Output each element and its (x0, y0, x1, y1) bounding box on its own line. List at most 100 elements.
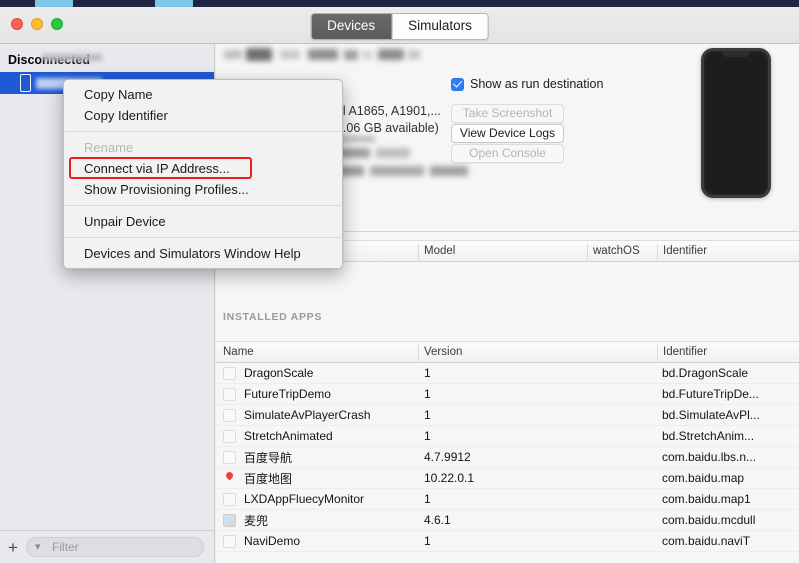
device-title-redacted-7 (378, 49, 404, 60)
device-notch (722, 51, 750, 57)
table-row[interactable]: FutureTripDemo 1 bd.FutureTripDe... (216, 384, 799, 405)
device-title-redacted-5 (344, 50, 358, 60)
app-identifier-cell: bd.DragonScale (662, 366, 749, 380)
add-device-button[interactable]: + (0, 539, 26, 556)
map-pin-icon (223, 472, 236, 485)
tab-devices[interactable]: Devices (311, 14, 392, 39)
device-screen (706, 53, 766, 193)
generic-app-icon (223, 534, 236, 548)
filter-icon: ▾ (35, 541, 41, 553)
app-version-cell: 1 (424, 534, 431, 548)
apps-col-divider-1[interactable] (418, 345, 419, 361)
devices-and-simulators-window: Devices Simulators Disconnected ▾ + ▾ Fi… (0, 7, 799, 563)
apps-col-identifier[interactable]: Identifier (663, 346, 707, 358)
menu-item-show-provisioning-profiles[interactable]: Show Provisioning Profiles... (64, 179, 342, 200)
app-identifier-cell: com.baidu.mcdull (662, 513, 756, 527)
view-device-logs-button[interactable]: View Device Logs (451, 124, 564, 143)
app-version-cell: 1 (424, 492, 431, 506)
app-identifier-cell: bd.SimulateAvPl... (662, 408, 760, 422)
filter-field[interactable]: ▾ Filter (26, 537, 204, 557)
devices-simulators-segmented-control[interactable]: Devices Simulators (310, 13, 489, 40)
show-as-run-destination-label: Show as run destination (470, 77, 604, 91)
app-name-cell: 百度导航 (244, 450, 293, 465)
installed-apps-label: INSTALLED APPS (223, 311, 323, 323)
app-name-cell: 麦兜 (244, 513, 269, 528)
app-name-cell: SimulateAvPlayerCrash (244, 408, 371, 422)
menu-item-rename: Rename (84, 140, 134, 155)
table-row[interactable]: 百度地图 10.22.0.1 com.baidu.map (216, 468, 799, 489)
device-context-menu[interactable]: Copy Name Copy Identifier Rename Connect vi… (63, 79, 343, 269)
generic-app-icon (223, 366, 236, 380)
app-name-cell: DragonScale (244, 366, 314, 380)
sidebar-footer: + ▾ Filter (0, 530, 214, 563)
window-titlebar: Devices Simulators (0, 7, 799, 44)
open-console-button[interactable]: Open Console (451, 144, 564, 163)
generic-app-icon (223, 450, 236, 464)
generic-app-icon (223, 387, 236, 401)
menu-item-connect-via-ip-address[interactable]: Connect via IP Address... (64, 158, 342, 179)
checkbox-checked-icon (451, 77, 464, 91)
col-identifier[interactable]: Identifier (663, 245, 707, 257)
table-row[interactable]: DragonScale 1 bd.DragonScale (216, 363, 799, 384)
iphone-icon (20, 74, 31, 92)
col-divider-1[interactable] (418, 244, 419, 260)
app-version-cell: 1 (424, 366, 431, 380)
tab-simulators[interactable]: Simulators (391, 14, 488, 39)
device-info-redacted-3 (376, 148, 410, 158)
show-as-run-destination-checkbox[interactable]: Show as run destination (451, 77, 603, 91)
col-model[interactable]: Model (424, 245, 455, 257)
generic-app-icon (223, 408, 236, 422)
device-info-redacted-6 (430, 166, 468, 176)
app-identifier-cell: com.baidu.lbs.n... (662, 450, 757, 464)
installed-apps-table-header: Name Version Identifier (216, 341, 799, 363)
table-row[interactable]: 麦兜 4.6.1 com.baidu.mcdull (216, 510, 799, 531)
menu-item-copy-identifier[interactable]: Copy Identifier (64, 105, 342, 126)
app-name-cell: StretchAnimated (244, 429, 333, 443)
generic-app-icon (223, 429, 236, 443)
app-identifier-cell: bd.StretchAnim... (662, 429, 755, 443)
apps-col-version[interactable]: Version (424, 346, 462, 358)
sidebar-redacted-subtitle (42, 54, 102, 61)
table-row[interactable]: 百度导航 4.7.9912 com.baidu.lbs.n... (216, 447, 799, 468)
device-title-redacted-3 (280, 50, 300, 59)
menu-separator (65, 237, 341, 238)
table-row[interactable]: LXDAppFluecyMonitor 1 com.baidu.map1 (216, 489, 799, 510)
table-row[interactable]: SimulateAvPlayerCrash 1 bd.SimulateAvPl... (216, 405, 799, 426)
menu-separator (65, 131, 341, 132)
app-version-cell: 10.22.0.1 (424, 471, 475, 485)
device-title-redacted-4 (308, 49, 338, 60)
generic-app-icon (223, 492, 236, 506)
app-identifier-cell: com.baidu.map (662, 471, 745, 485)
photo-app-icon (223, 513, 236, 527)
device-title-redacted-6 (362, 51, 372, 59)
col-watchos[interactable]: watchOS (593, 245, 640, 257)
menu-item-devices-and-simulators-window-help[interactable]: Devices and Simulators Window Help (64, 243, 342, 264)
minimize-button[interactable] (31, 18, 43, 30)
menu-item-copy-name[interactable]: Copy Name (64, 84, 342, 105)
col-divider-2[interactable] (587, 244, 588, 260)
window-controls (11, 18, 63, 30)
table-row[interactable]: StretchAnimated 1 bd.StretchAnim... (216, 426, 799, 447)
app-identifier-cell: bd.FutureTripDe... (662, 387, 759, 401)
app-version-cell: 1 (424, 429, 431, 443)
device-illustration (701, 48, 771, 198)
app-version-cell: 4.7.9912 (424, 450, 471, 464)
app-name-cell: FutureTripDemo (244, 387, 331, 401)
app-identifier-cell: com.baidu.naviT (662, 534, 751, 548)
app-name-cell: LXDAppFluecyMonitor (244, 492, 365, 506)
close-button[interactable] (11, 18, 23, 30)
apps-col-name[interactable]: Name (223, 346, 254, 358)
apps-col-divider-2[interactable] (657, 345, 658, 361)
app-name-cell: NaviDemo (244, 534, 301, 548)
zoom-button[interactable] (51, 18, 63, 30)
filter-placeholder: Filter (52, 540, 79, 554)
app-version-cell: 4.6.1 (424, 513, 451, 527)
device-model-line: del A1865, A1901,... (329, 104, 441, 118)
table-row[interactable]: NaviDemo 1 com.baidu.naviT (216, 531, 799, 552)
device-title-redacted-8 (408, 50, 420, 59)
col-divider-3[interactable] (657, 244, 658, 260)
device-title-redacted-1 (224, 50, 242, 59)
take-screenshot-button[interactable]: Take Screenshot (451, 104, 564, 123)
menu-item-unpair-device[interactable]: Unpair Device (64, 211, 342, 232)
app-version-cell: 1 (424, 408, 431, 422)
